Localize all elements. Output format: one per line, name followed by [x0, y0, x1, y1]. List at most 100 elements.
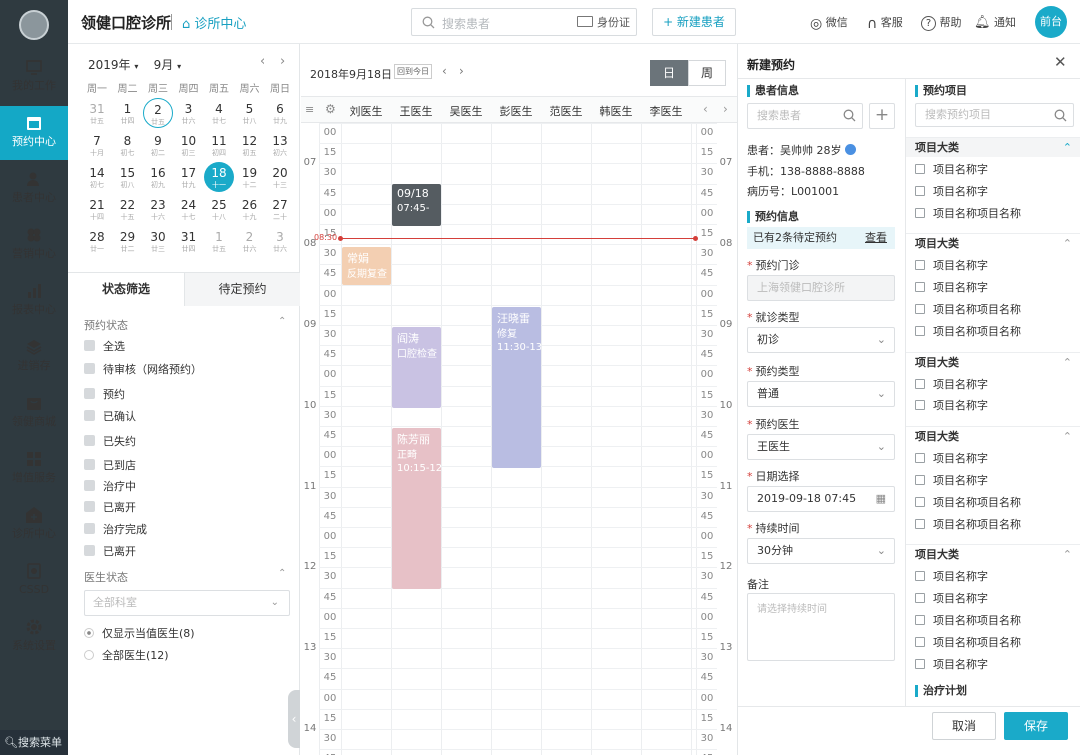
status-checkbox[interactable]: 已到店	[84, 457, 136, 473]
tab-status-filter[interactable]: 状态筛选	[68, 273, 184, 306]
nav-item-0[interactable]: 我的工作	[0, 50, 68, 104]
calendar-day[interactable]: 10 初三	[174, 130, 204, 160]
item-category[interactable]: 项目大类 ⌃	[906, 351, 1080, 372]
list-icon[interactable]: ≡	[305, 103, 314, 116]
project-item-checkbox[interactable]: 项目名称字	[915, 568, 988, 584]
new-patient-button[interactable]: + 新建患者	[652, 8, 736, 36]
chevron-up-icon[interactable]: ⌃	[278, 568, 286, 579]
remark-textarea[interactable]: 请选择持续时间	[747, 593, 895, 661]
nav-item-8[interactable]: 诊所中心	[0, 498, 68, 552]
calendar-day[interactable]: 22 十五	[113, 194, 143, 224]
appointment-card[interactable]: 09/18 07:45-	[392, 184, 441, 226]
date-picker[interactable]: 2019-09-18 07:45 ▦	[747, 486, 895, 512]
project-item-checkbox[interactable]: 项目名称字	[915, 590, 988, 606]
calendar-day[interactable]: 23 十六	[143, 194, 173, 224]
project-item-checkbox[interactable]: 项目名称字	[915, 656, 988, 672]
visit-type-select[interactable]: 初诊 ⌄	[747, 327, 895, 353]
next-day-icon[interactable]: ›	[459, 64, 464, 78]
front-desk-avatar[interactable]: 前台	[1035, 6, 1067, 38]
save-button[interactable]: 保存	[1004, 712, 1068, 740]
status-checkbox[interactable]: 已离开	[84, 543, 136, 559]
doctor-column-header[interactable]: 王医生	[391, 103, 441, 119]
calendar-day[interactable]: 18 十一	[204, 162, 234, 192]
view-pending-link[interactable]: 查看	[865, 227, 887, 249]
status-checkbox[interactable]: 待审核（网络预约）	[84, 361, 202, 377]
calendar-day[interactable]: 29 廿二	[113, 226, 143, 256]
calendar-day[interactable]: 31 廿五	[82, 98, 112, 128]
calendar-day[interactable]: 27 二十	[265, 194, 295, 224]
item-category[interactable]: 项目大类 ⌃	[906, 544, 1080, 564]
department-select[interactable]: 全部科室 ⌄	[84, 590, 290, 616]
tab-pending[interactable]: 待定预约	[184, 273, 300, 306]
year-select[interactable]: 2019年 ▾	[88, 58, 138, 72]
nav-item-1[interactable]: 预约中心	[0, 106, 68, 160]
calendar-day[interactable]: 1 廿五	[204, 226, 234, 256]
doctor-column-header[interactable]: 李医生	[641, 103, 691, 119]
calendar-day[interactable]: 8 初七	[113, 130, 143, 160]
project-item-checkbox[interactable]: 项目名称项目名称	[915, 205, 1021, 221]
cancel-button[interactable]: 取消	[932, 712, 996, 740]
chevron-up-icon[interactable]: ⌃	[1063, 427, 1072, 447]
calendar-day[interactable]: 24 十七	[174, 194, 204, 224]
project-item-checkbox[interactable]: 项目名称项目名称	[915, 323, 1021, 339]
project-item-checkbox[interactable]: 项目名称字	[915, 397, 988, 413]
appointment-card[interactable]: 常娟 反期复查	[342, 247, 391, 285]
patient-search-input[interactable]: 搜索患者	[442, 15, 490, 32]
nav-item-3[interactable]: 营销中心	[0, 218, 68, 272]
next-month-icon[interactable]: ›	[280, 54, 285, 69]
status-checkbox[interactable]: 预约	[84, 386, 125, 402]
doctor-column-header[interactable]: 吴医生	[441, 103, 491, 119]
doctor-column-header[interactable]: 刘医生	[341, 103, 391, 119]
calendar-day[interactable]: 12 初五	[235, 130, 265, 160]
doctor-column-header[interactable]: 彭医生	[491, 103, 541, 119]
clinic-center-link[interactable]: ⌂ 诊所中心	[182, 13, 246, 32]
doctor-column-header[interactable]: 范医生	[541, 103, 591, 119]
project-item-checkbox[interactable]: 项目名称项目名称	[915, 301, 1021, 317]
calendar-day[interactable]: 20 十三	[265, 162, 295, 192]
project-item-checkbox[interactable]: 项目名称字	[915, 376, 988, 392]
project-item-checkbox[interactable]: 项目名称字	[915, 183, 988, 199]
month-select[interactable]: 9月 ▾	[154, 58, 181, 72]
project-item-checkbox[interactable]: 项目名称项目名称	[915, 516, 1021, 532]
notify-button[interactable]: 🔔︎ 通知	[974, 14, 1016, 30]
project-item-checkbox[interactable]: 项目名称项目名称	[915, 612, 1021, 628]
nav-item-4[interactable]: 报表中心	[0, 274, 68, 328]
status-checkbox[interactable]: 已确认	[84, 408, 136, 424]
appointment-card[interactable]: 汪晓雷 修复 11:30-13:	[492, 307, 541, 468]
calendar-day[interactable]: 3 廿六	[265, 226, 295, 256]
scroll-left-icon[interactable]: ‹	[703, 102, 708, 116]
calendar-day[interactable]: 3 廿六	[174, 98, 204, 128]
id-card-button[interactable]: 身份证	[577, 14, 630, 30]
calendar-day[interactable]: 1 廿四	[113, 98, 143, 128]
scroll-right-icon[interactable]: ›	[723, 102, 728, 116]
calendar-day[interactable]: 2 廿六	[235, 226, 265, 256]
calendar-day[interactable]: 7 十月	[82, 130, 112, 160]
calendar-day[interactable]: 13 初六	[265, 130, 295, 160]
calendar-day[interactable]: 11 初四	[204, 130, 234, 160]
item-category[interactable]: 项目大类 ⌃	[906, 137, 1080, 157]
calendar-day[interactable]: 28 廿一	[82, 226, 112, 256]
nav-item-10[interactable]: 系统设置	[0, 610, 68, 664]
project-item-checkbox[interactable]: 项目名称字	[915, 450, 988, 466]
view-week-button[interactable]: 周	[688, 60, 726, 86]
calendar-day[interactable]: 19 十二	[235, 162, 265, 192]
close-icon[interactable]: ✕	[1054, 53, 1067, 71]
appointment-card[interactable]: 陈芳丽 正畸 10:15-12	[392, 428, 441, 589]
search-menu-button[interactable]: 🔍︎搜索菜单	[0, 730, 68, 755]
status-checkbox[interactable]: 已离开	[84, 499, 136, 515]
chevron-up-icon[interactable]: ⌃	[1063, 138, 1072, 158]
calendar-day[interactable]: 14 初七	[82, 162, 112, 192]
wechat-button[interactable]: ◎ 微信	[810, 14, 848, 32]
calendar-day[interactable]: 5 廿八	[235, 98, 265, 128]
nav-item-5[interactable]: 进销存	[0, 330, 68, 384]
project-item-checkbox[interactable]: 项目名称项目名称	[915, 494, 1021, 510]
calendar-day[interactable]: 16 初九	[143, 162, 173, 192]
nav-item-7[interactable]: 增值服务	[0, 442, 68, 496]
patient-search-field[interactable]: 搜索患者	[747, 103, 863, 129]
chevron-up-icon[interactable]: ⌃	[1063, 234, 1072, 254]
calendar-day[interactable]: 26 十九	[235, 194, 265, 224]
project-item-checkbox[interactable]: 项目名称字	[915, 472, 988, 488]
doctor-select[interactable]: 王医生 ⌄	[747, 434, 895, 460]
calendar-day[interactable]: 17 廿九	[174, 162, 204, 192]
calendar-day[interactable]: 15 初八	[113, 162, 143, 192]
